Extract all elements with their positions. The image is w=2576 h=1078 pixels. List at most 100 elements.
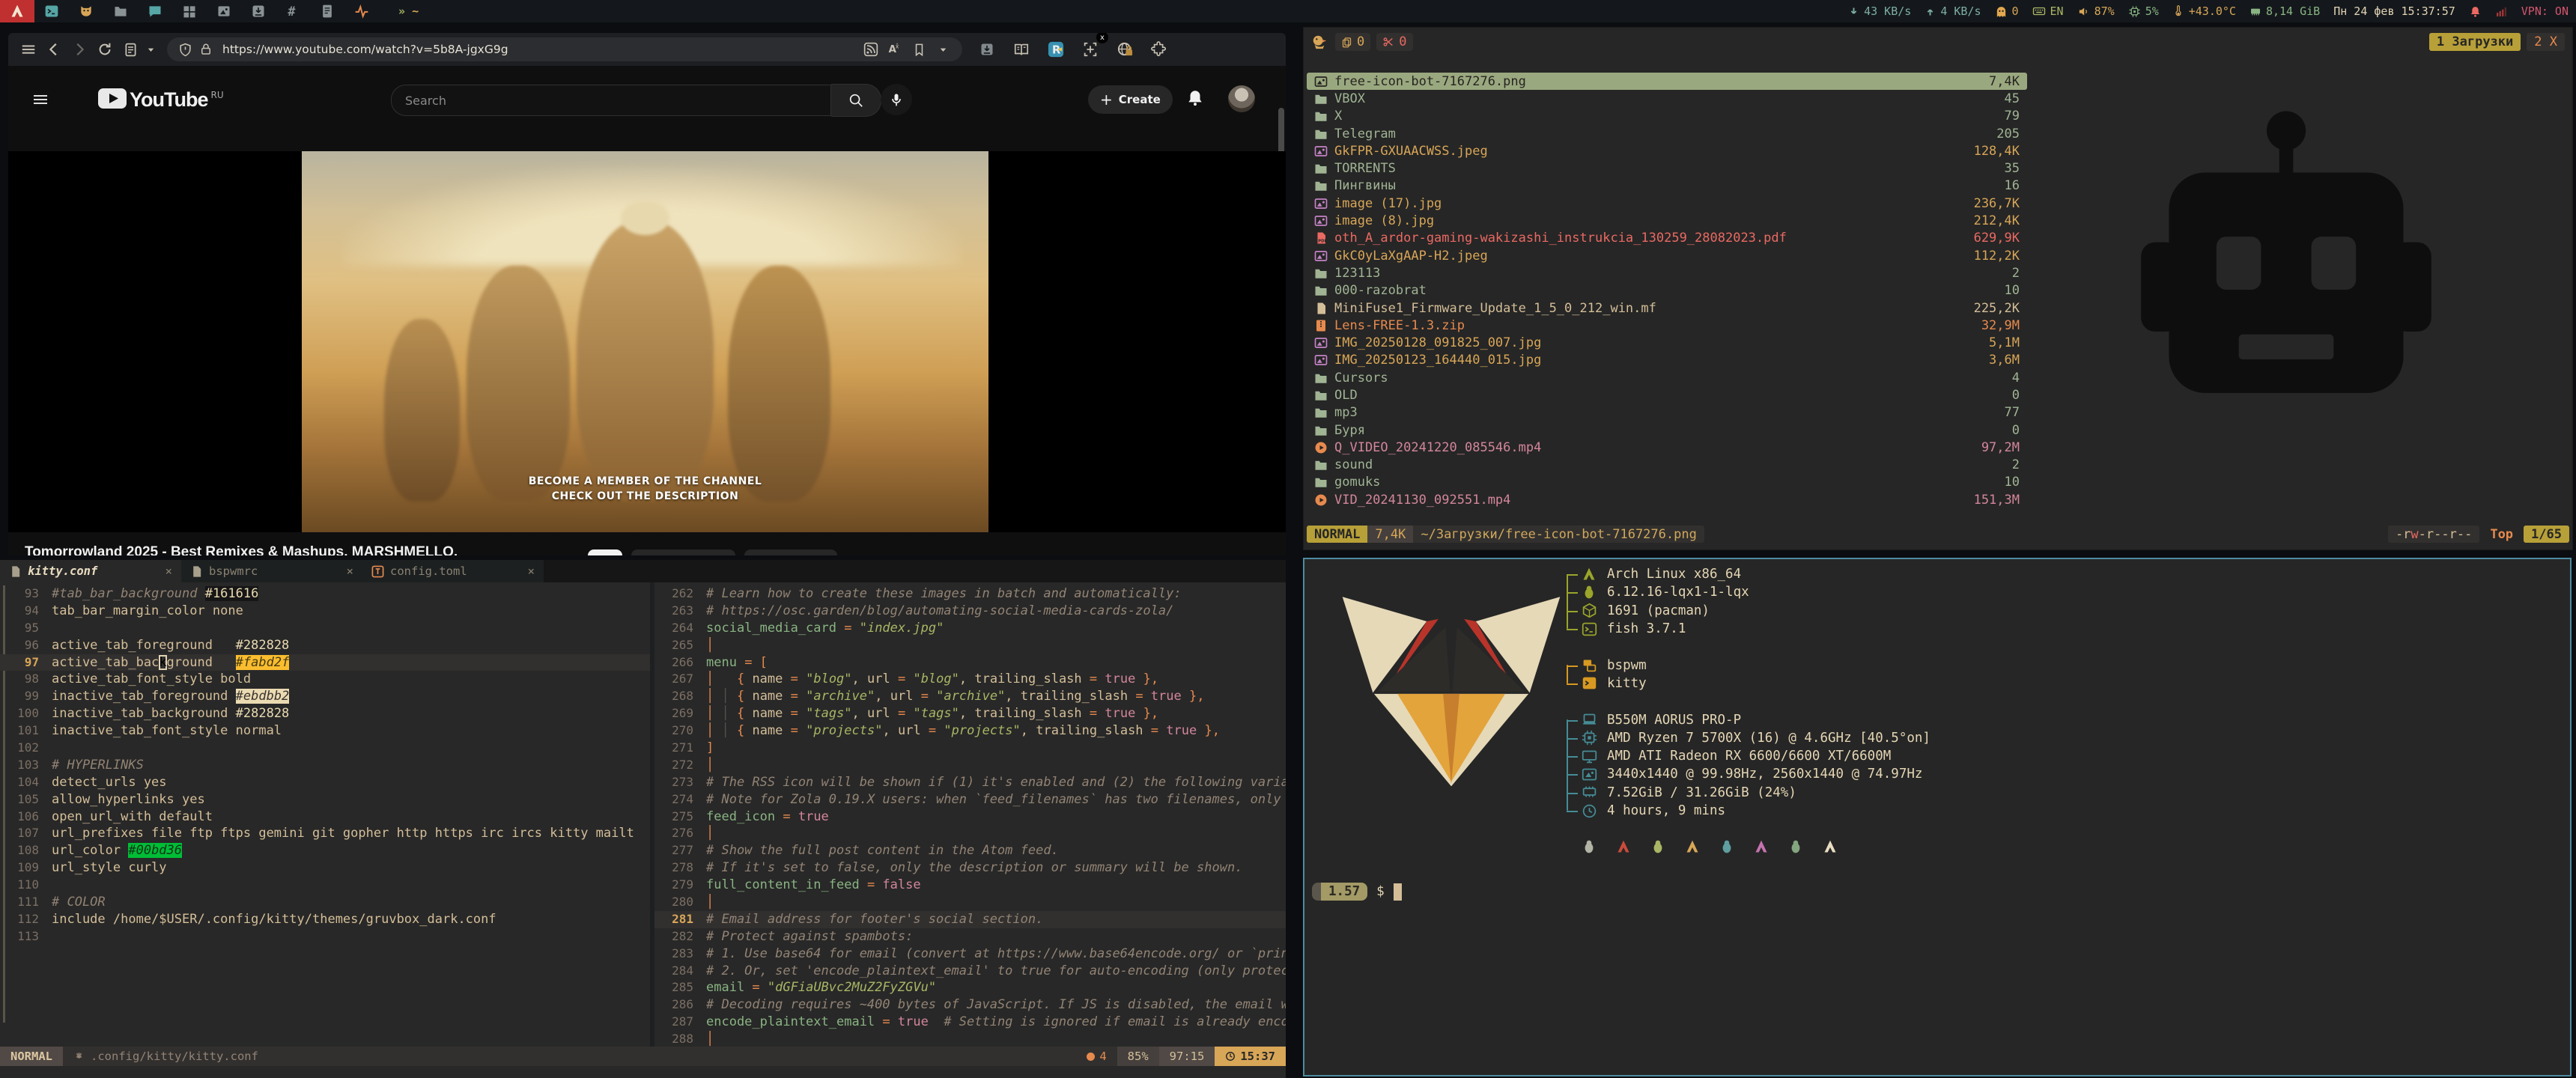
file-row[interactable]: image (17).jpg236,7K bbox=[1307, 195, 2027, 212]
chips-more-icon[interactable]: › bbox=[854, 552, 860, 556]
file-row[interactable]: IMG_20250128_091825_007.jpg5,1M bbox=[1307, 334, 2027, 351]
video-player[interactable]: BECOME A MEMBER OF THE CHANNEL CHECK OUT… bbox=[8, 151, 1286, 532]
caret-button[interactable] bbox=[143, 37, 158, 62]
chevrons-icon: » bbox=[398, 4, 405, 18]
code-line: 270│ │ { name = "projects", url = "proje… bbox=[654, 722, 1286, 740]
file-row[interactable]: X79 bbox=[1307, 108, 2027, 125]
address-bar[interactable]: https://www.youtube.com/watch?v=5b8A-jgx… bbox=[167, 37, 962, 61]
editor-tab-bspwmrc[interactable]: bspwmrc× bbox=[181, 560, 362, 582]
editor-tab-config-toml[interactable]: config.toml× bbox=[362, 560, 544, 582]
bookmark-button[interactable] bbox=[907, 37, 931, 62]
workspace-arch[interactable] bbox=[0, 0, 34, 22]
terminal-window[interactable]: Arch Linux x86_646.12.16-lqx1-1-lqx1691 … bbox=[1303, 558, 2572, 1077]
wm-icon bbox=[1582, 657, 1607, 673]
file-row[interactable]: Пингвины16 bbox=[1307, 177, 2027, 195]
workspace-download[interactable] bbox=[241, 0, 276, 22]
file-row[interactable]: PDFoth_A_ardor-gaming-wakizashi_instrukc… bbox=[1307, 230, 2027, 247]
file-row[interactable]: 1231132 bbox=[1307, 264, 2027, 281]
file-row[interactable]: Q_VIDEO_20241220_085546.mp497,2M bbox=[1307, 439, 2027, 456]
file-row[interactable]: VID_20241130_092551.mp4151,3M bbox=[1307, 491, 2027, 508]
code-line: 94tab_bar_margin_color none bbox=[0, 603, 650, 620]
close-tab-icon[interactable]: × bbox=[528, 564, 535, 578]
search-button[interactable] bbox=[831, 84, 881, 117]
command-line[interactable] bbox=[0, 1066, 1286, 1078]
youtube-logo[interactable]: YouTube RU bbox=[98, 88, 224, 112]
book-button[interactable] bbox=[1009, 37, 1034, 62]
reader-button[interactable] bbox=[118, 37, 143, 62]
back-button[interactable] bbox=[41, 37, 67, 62]
file-row[interactable]: image (8).jpg212,4K bbox=[1307, 212, 2027, 229]
lock-icon[interactable] bbox=[195, 37, 216, 62]
code-line: 267│ { name = "blog", url = "blog", trai… bbox=[654, 671, 1286, 688]
site-info-icons[interactable] bbox=[174, 37, 216, 62]
workspace-windows[interactable] bbox=[172, 0, 207, 22]
chip-from-inegative[interactable]: From iNEGATIVE bbox=[631, 549, 735, 555]
caret-button[interactable] bbox=[931, 37, 955, 62]
yazi-tab-inactive[interactable]: 2 X bbox=[2527, 33, 2565, 51]
create-button[interactable]: + Create bbox=[1088, 85, 1173, 114]
arch-icon bbox=[1582, 567, 1607, 582]
yt-menu-icon[interactable] bbox=[28, 87, 53, 112]
video-frame[interactable]: BECOME A MEMBER OF THE CHANNEL CHECK OUT… bbox=[302, 151, 988, 532]
puzzle-button[interactable] bbox=[1146, 37, 1172, 62]
dir-file-icon bbox=[1314, 109, 1334, 123]
file-row[interactable]: VBOX45 bbox=[1307, 90, 2027, 107]
reload-button[interactable] bbox=[92, 37, 118, 62]
capture-button[interactable]: x bbox=[1078, 37, 1103, 62]
chip-all[interactable]: All bbox=[588, 549, 622, 555]
close-tab-icon[interactable]: × bbox=[165, 564, 172, 578]
shell-prompt[interactable]: 1.57 $ bbox=[1312, 883, 1402, 901]
signal-icon bbox=[2495, 5, 2508, 18]
file-row[interactable]: 000-razobrat10 bbox=[1307, 282, 2027, 299]
file-row[interactable]: Буря0 bbox=[1307, 421, 2027, 439]
translate-button[interactable]: Ax̽ bbox=[883, 37, 907, 62]
forward-button[interactable] bbox=[67, 37, 92, 62]
workspace-notes[interactable] bbox=[310, 0, 344, 22]
file-row[interactable]: sound2 bbox=[1307, 457, 2027, 474]
bell-icon bbox=[2469, 5, 2482, 18]
file-row[interactable]: mp377 bbox=[1307, 404, 2027, 421]
file-row[interactable]: MiniFuse1_Firmware_Update_1_5_0_212_win.… bbox=[1307, 299, 2027, 317]
pane-config-toml[interactable]: 262# Learn how to create these images in… bbox=[654, 585, 1286, 1047]
ext-r-button[interactable]: R bbox=[1043, 37, 1069, 62]
clipboard-cut-badge: 0 bbox=[1376, 33, 1412, 51]
yazi-tab-active[interactable]: 1 Загрузки bbox=[2429, 33, 2521, 51]
workspace-cat[interactable] bbox=[69, 0, 103, 22]
code-line: 265│ bbox=[654, 637, 1286, 654]
memory-icon bbox=[2250, 5, 2261, 17]
voice-search-button[interactable] bbox=[881, 84, 912, 115]
url-text[interactable]: https://www.youtube.com/watch?v=5b8A-jgx… bbox=[222, 43, 859, 56]
avatar[interactable] bbox=[1228, 85, 1255, 112]
chip-tomorrowland[interactable]: Tomorrowland bbox=[744, 549, 837, 555]
proxy-button[interactable] bbox=[1112, 37, 1137, 62]
close-tab-icon[interactable]: × bbox=[347, 564, 353, 578]
nav-buttons bbox=[16, 37, 158, 62]
workspace-activity[interactable] bbox=[344, 0, 379, 22]
notifications-button[interactable] bbox=[1185, 88, 1205, 108]
workspace-image[interactable] bbox=[207, 0, 241, 22]
editor-tab-kitty-conf[interactable]: kitty.conf× bbox=[0, 560, 181, 582]
file-row[interactable]: GkC0yLaXgAAP-H2.jpeg112,2K bbox=[1307, 247, 2027, 264]
pane-kitty-conf[interactable]: 93#tab_bar_background #16161694tab_bar_m… bbox=[0, 585, 650, 1047]
download-button[interactable] bbox=[974, 37, 1000, 62]
file-row[interactable]: gomuks10 bbox=[1307, 474, 2027, 491]
workspace-terminal[interactable] bbox=[34, 0, 69, 22]
file-row[interactable]: TORRENTS35 bbox=[1307, 159, 2027, 177]
workspace-folder[interactable] bbox=[103, 0, 138, 22]
file-row[interactable]: free-icon-bot-7167276.png7,4K bbox=[1307, 73, 2027, 90]
workspace-chat[interactable] bbox=[138, 0, 172, 22]
file-row[interactable]: Lens-FREE-1.3.zip32,9M bbox=[1307, 317, 2027, 334]
file-row[interactable]: GkFPR-GXUAACWSS.jpeg128,4K bbox=[1307, 142, 2027, 159]
rss-button[interactable] bbox=[859, 37, 883, 62]
search-input[interactable]: Search bbox=[391, 85, 831, 116]
file-row[interactable]: Cursors4 bbox=[1307, 369, 2027, 386]
address-bar-actions[interactable]: Ax̽ bbox=[859, 37, 955, 62]
fastfetch-row: B550M AORUS PRO-P bbox=[1565, 710, 1931, 728]
workspace-hash[interactable]: # bbox=[276, 0, 310, 22]
menu-button[interactable] bbox=[16, 37, 41, 62]
swatch-arch-icon bbox=[1823, 839, 1838, 854]
file-row[interactable]: IMG_20250123_164440_015.jpg3,6M bbox=[1307, 352, 2027, 369]
file-row[interactable]: OLD0 bbox=[1307, 386, 2027, 404]
file-row[interactable]: Telegram205 bbox=[1307, 125, 2027, 142]
shield-icon[interactable] bbox=[174, 37, 195, 62]
